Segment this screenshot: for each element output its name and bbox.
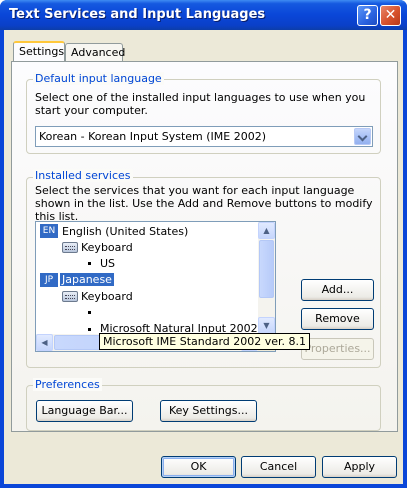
- jp-language-icon: JP: [40, 273, 58, 287]
- add-button-label: Add...: [321, 283, 354, 296]
- keyboard-icon: [62, 242, 78, 253]
- tree-item-japanese-keyboard[interactable]: Keyboard: [81, 289, 133, 305]
- bullet-icon: [88, 262, 91, 265]
- default-input-description: Select one of the installed input langua…: [35, 91, 366, 117]
- add-button[interactable]: Add...: [301, 279, 374, 301]
- cancel-button-label: Cancel: [259, 460, 298, 473]
- window-title: Text Services and Input Languages: [9, 7, 266, 22]
- scroll-up-button[interactable]: ▲: [258, 222, 275, 239]
- preferences-label: Preferences: [33, 378, 102, 391]
- bullet-icon: [88, 311, 91, 314]
- key-settings-button[interactable]: Key Settings...: [160, 400, 257, 422]
- ok-button[interactable]: OK: [161, 456, 236, 478]
- tree-item-english-keyboard[interactable]: Keyboard: [81, 240, 133, 256]
- tree-item-japanese-label: Japanese: [60, 273, 114, 286]
- close-button[interactable]: ✕: [380, 5, 401, 26]
- bullet-icon: [88, 328, 91, 331]
- help-button[interactable]: ?: [357, 5, 378, 26]
- apply-button-label: Apply: [343, 460, 376, 473]
- tab-settings[interactable]: Settings: [13, 41, 65, 61]
- apply-button[interactable]: Apply: [322, 456, 397, 478]
- properties-button-label: Properties...: [304, 342, 371, 355]
- properties-button[interactable]: Properties...: [301, 338, 374, 360]
- tree-item-english-label: English (United States): [62, 225, 189, 238]
- tab-settings-label: Settings: [19, 45, 65, 58]
- remove-button-label: Remove: [315, 312, 360, 325]
- tooltip-text: Microsoft IME Standard 2002 ver. 8.1: [103, 335, 307, 348]
- installed-services-label: Installed services: [33, 169, 133, 182]
- keyboard-icon: [62, 291, 78, 302]
- tree-item-keyboard-label: Keyboard: [81, 241, 133, 254]
- tree-item-us[interactable]: US: [100, 256, 115, 272]
- chevron-down-icon: [357, 131, 368, 142]
- tree-vertical-scrollbar[interactable]: ▲ ▼: [258, 222, 275, 334]
- default-input-language-label: Default input language: [33, 72, 164, 85]
- key-settings-button-label: Key Settings...: [168, 404, 249, 417]
- ok-button-label: OK: [190, 460, 207, 473]
- dropdown-button[interactable]: [354, 128, 371, 145]
- installed-services-description: Select the services that you want for ea…: [35, 184, 373, 223]
- dialog-client-area: Settings Advanced Default input language…: [4, 30, 403, 484]
- remove-button[interactable]: Remove: [301, 308, 374, 330]
- tree-item-keyboard-label: Keyboard: [81, 290, 133, 303]
- scroll-down-button[interactable]: ▼: [258, 317, 275, 334]
- tooltip-ime-standard: Microsoft IME Standard 2002 ver. 8.1: [99, 333, 311, 350]
- language-bar-button[interactable]: Language Bar...: [36, 400, 133, 422]
- en-language-icon: EN: [40, 224, 58, 238]
- scroll-left-button[interactable]: ◀: [36, 334, 53, 351]
- tree-item-english[interactable]: English (United States): [62, 224, 188, 240]
- vertical-scroll-thumb[interactable]: [259, 240, 274, 298]
- dropdown-selected-value: Korean - Korean Input System (IME 2002): [39, 130, 267, 143]
- default-input-language-dropdown[interactable]: Korean - Korean Input System (IME 2002): [35, 126, 373, 147]
- tree-item-japanese[interactable]: Japanese: [60, 272, 114, 288]
- tree-item-us-label: US: [100, 257, 116, 270]
- tab-advanced-label: Advanced: [71, 46, 126, 59]
- language-bar-button-label: Language Bar...: [41, 404, 128, 417]
- tab-advanced[interactable]: Advanced: [65, 43, 126, 61]
- dialog-window: Text Services and Input Languages ? ✕ Se…: [0, 0, 407, 488]
- title-bar[interactable]: Text Services and Input Languages ? ✕: [0, 0, 407, 30]
- cancel-button[interactable]: Cancel: [241, 456, 316, 478]
